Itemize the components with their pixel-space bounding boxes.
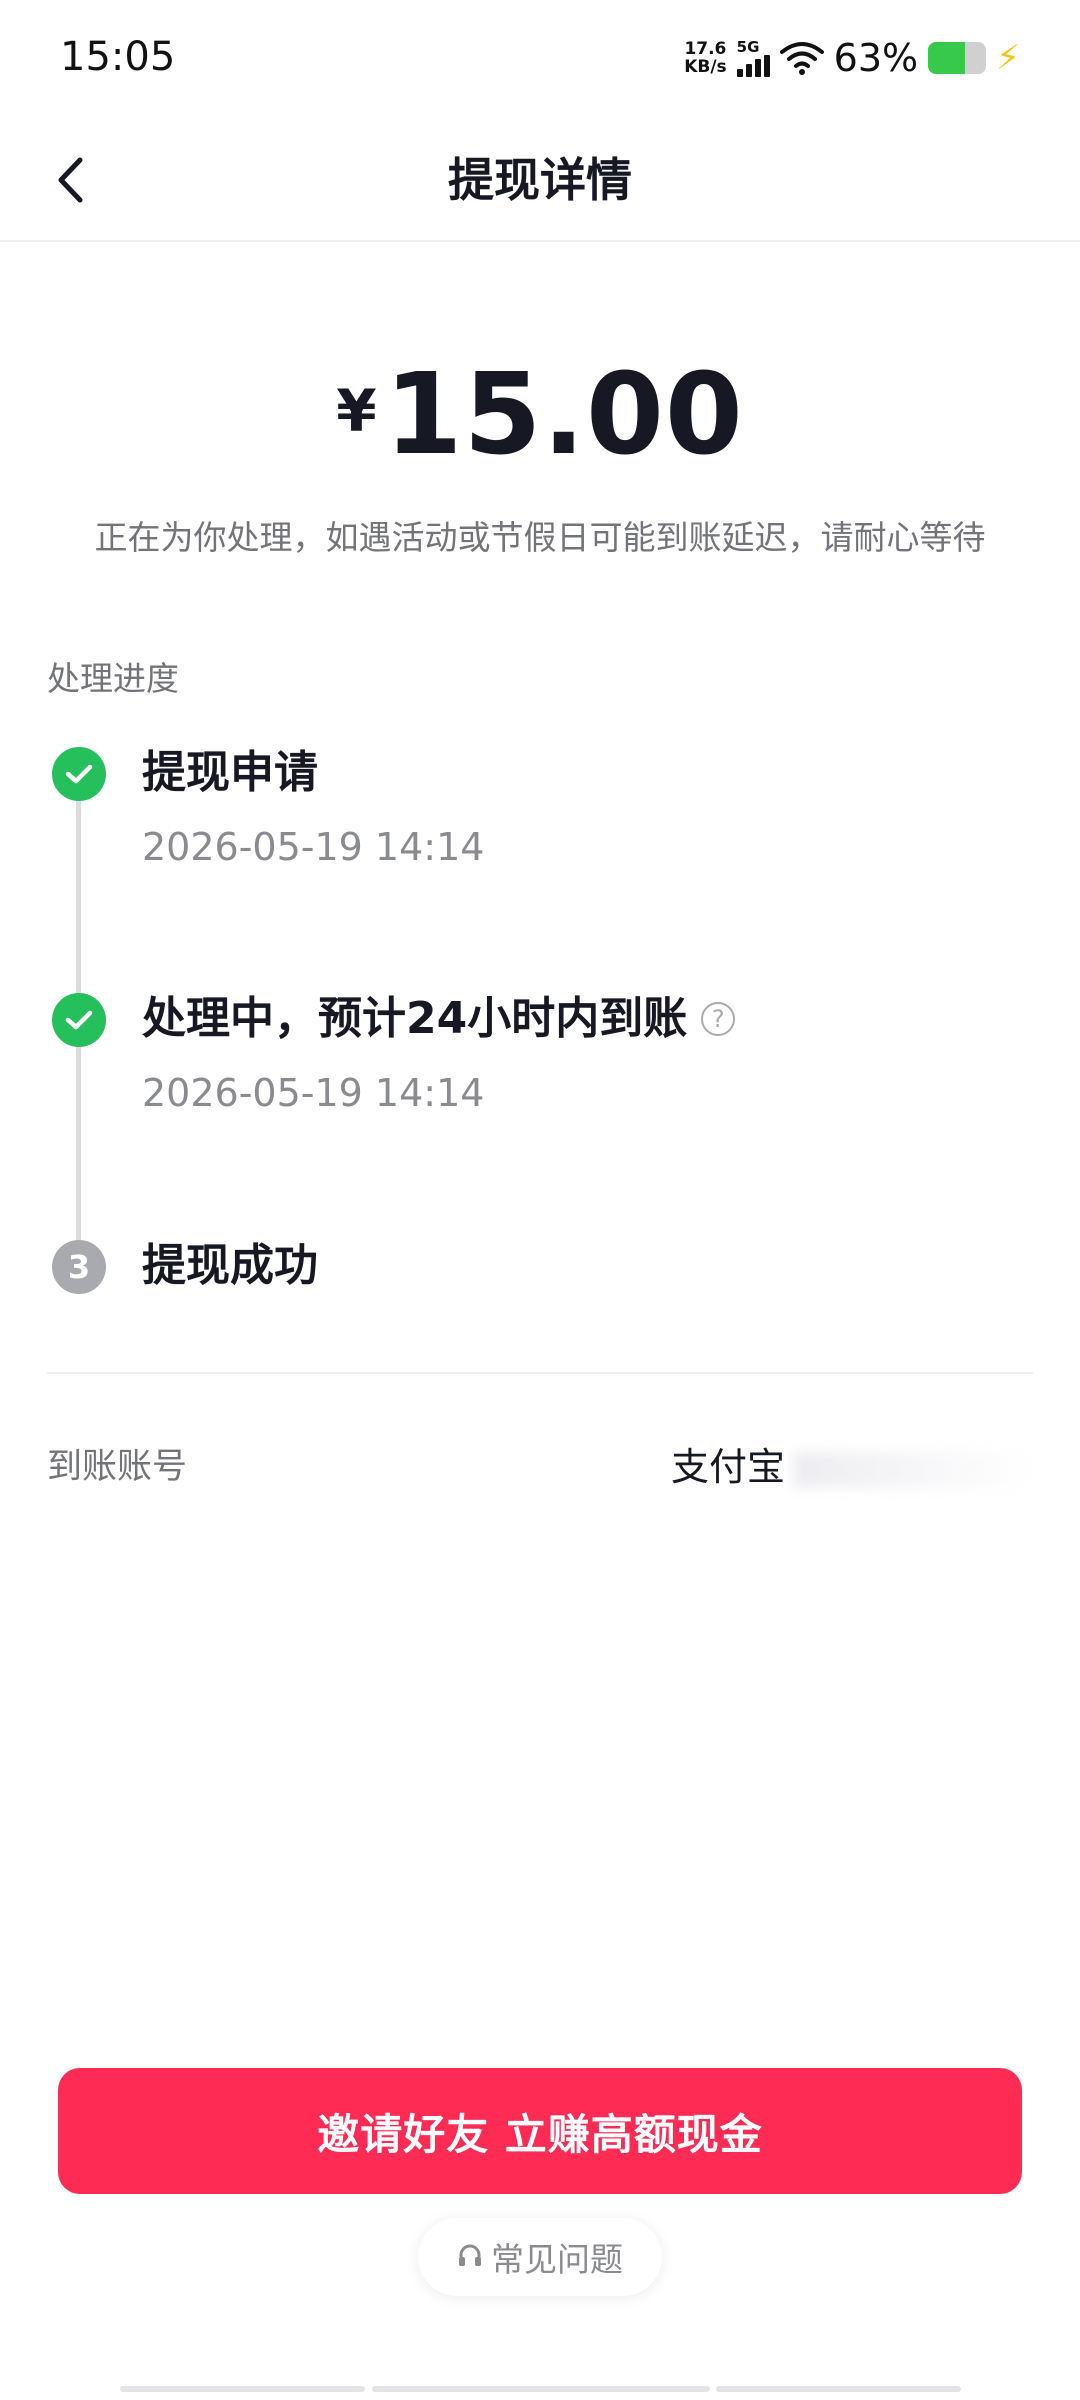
withdraw-amount: ¥15.00 <box>0 350 1080 480</box>
currency-symbol: ¥ <box>336 377 377 445</box>
account-row: 到账账号 支付宝 <box>47 1430 1033 1490</box>
headset-icon <box>459 2244 481 2266</box>
home-indicator <box>372 2386 710 2392</box>
step-title: 提现成功 <box>142 1240 318 1291</box>
faq-label: 常见问题 <box>491 2240 623 2279</box>
step-title-row: 处理中，预计24小时内到账 ? <box>142 989 736 1049</box>
home-indicator <box>716 2386 961 2392</box>
account-value: 支付宝 <box>671 1436 1033 1491</box>
step-time: 2026-05-19 14:14 <box>142 1071 485 1115</box>
step-number-badge: 3 <box>52 1240 106 1294</box>
step-title: 处理中，预计24小时内到账 <box>142 993 688 1044</box>
battery-fill <box>928 42 965 74</box>
step-title: 提现申请 <box>142 747 318 798</box>
wifi-icon <box>779 41 824 75</box>
check-circle-icon <box>52 993 106 1047</box>
status-icons: 17.6 KB/s 5G 63% ⚡ <box>684 36 1020 80</box>
question-circle-icon[interactable]: ? <box>701 1002 736 1036</box>
account-label: 到账账号 <box>47 1447 188 1487</box>
top-nav: 提现详情 <box>0 120 1080 242</box>
network-type: 5G <box>736 37 760 56</box>
processing-notice: 正在为你处理，如遇活动或节假日可能到账延迟，请耐心等待 <box>94 518 986 557</box>
battery-percent: 63% <box>833 36 919 80</box>
divider <box>47 1372 1033 1374</box>
progress-label: 处理进度 <box>47 659 179 698</box>
network-speed: 17.6 KB/s <box>684 40 726 76</box>
account-provider: 支付宝 <box>670 1445 785 1489</box>
invite-friends-button[interactable]: 邀请好友 立赚高额现金 <box>58 2068 1022 2194</box>
masked-account-number <box>793 1451 1033 1488</box>
check-circle-icon <box>52 747 106 801</box>
step-time: 2026-05-19 14:14 <box>142 825 485 869</box>
page-title: 提现详情 <box>448 153 632 207</box>
network-speed-unit: KB/s <box>684 57 727 77</box>
status-bar: 15:05 17.6 KB/s 5G 63% ⚡ <box>0 0 1080 120</box>
amount-value: 15.00 <box>384 350 744 480</box>
faq-button[interactable]: 常见问题 <box>418 2218 662 2296</box>
network-speed-value: 17.6 <box>684 39 727 59</box>
home-indicator <box>120 2386 365 2392</box>
battery-icon <box>928 42 987 74</box>
cellular-signal-icon: 5G <box>736 37 770 77</box>
status-time: 15:05 <box>60 34 176 80</box>
charging-bolt-icon: ⚡ <box>996 38 1020 78</box>
